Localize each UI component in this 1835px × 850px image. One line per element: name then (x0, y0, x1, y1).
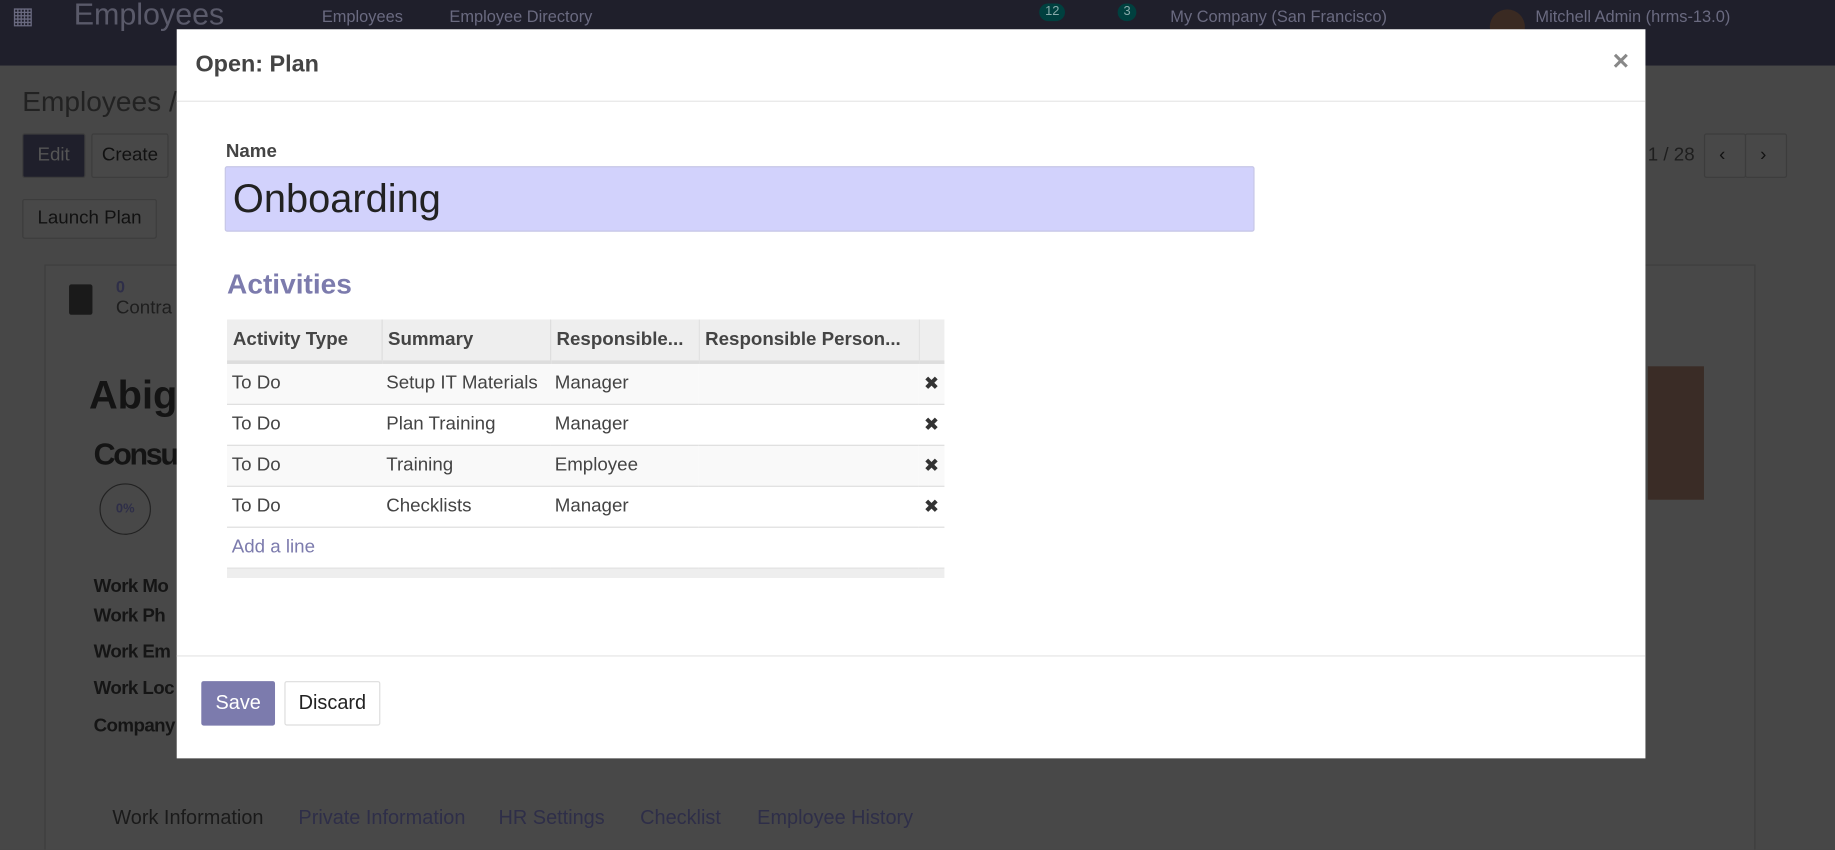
add-line-link[interactable]: Add a line (232, 537, 315, 557)
tab-hr-settings[interactable]: HR Settings (499, 806, 605, 829)
cell-responsible-person[interactable] (698, 445, 919, 487)
app-title: Employees (73, 0, 225, 32)
edit-button[interactable]: Edit (22, 133, 85, 178)
table-row[interactable]: To Do Checklists Manager ✖ (227, 486, 945, 528)
pager: 1 / 28 (1647, 145, 1695, 166)
cell-responsible-person[interactable] (698, 486, 919, 528)
cell-responsible[interactable]: Manager (550, 486, 699, 528)
company-switcher[interactable]: My Company (San Francisco) (1170, 7, 1387, 26)
job-title: Consu (93, 436, 179, 472)
breadcrumb[interactable]: Employees / (22, 87, 177, 120)
label-company: Company (93, 716, 176, 737)
cell-activity-type[interactable]: To Do (227, 404, 382, 446)
delete-row-icon[interactable]: ✖ (918, 404, 945, 446)
launch-plan-button[interactable]: Launch Plan (22, 198, 157, 239)
label-work-phone: Work Ph (93, 606, 166, 627)
cell-activity-type[interactable]: To Do (227, 486, 382, 528)
label-work-location: Work Loc (93, 678, 175, 699)
cell-responsible[interactable]: Manager (550, 404, 699, 446)
tab-work-information[interactable]: Work Information (112, 806, 263, 829)
table-row[interactable]: To Do Setup IT Materials Manager ✖ (227, 362, 945, 405)
col-responsible-person[interactable]: Responsible Person... (698, 319, 919, 364)
plan-dialog: Open: Plan × Name Activities Activity Ty… (176, 29, 1646, 759)
activities-heading: Activities (227, 269, 352, 301)
col-responsible[interactable]: Responsible... (549, 319, 699, 364)
activities-table: Activity Type Summary Responsible... Res… (227, 319, 945, 579)
table-row[interactable]: To Do Plan Training Manager ✖ (227, 404, 945, 446)
contracts-count[interactable]: 0 (116, 277, 125, 296)
discard-button[interactable]: Discard (284, 681, 381, 726)
tab-private-information[interactable]: Private Information (298, 806, 465, 829)
delete-row-icon[interactable]: ✖ (918, 486, 945, 528)
name-label: Name (225, 141, 277, 162)
cell-summary[interactable]: Plan Training (381, 404, 551, 446)
employee-photo[interactable] (1647, 366, 1704, 500)
table-footer (227, 568, 945, 579)
employee-name: Abig (88, 373, 178, 418)
dialog-header: Open: Plan × (176, 29, 1646, 102)
cell-responsible[interactable]: Manager (550, 362, 699, 405)
label-work-email: Work Em (93, 642, 171, 663)
cell-summary[interactable]: Setup IT Materials (381, 362, 551, 405)
close-icon[interactable]: × (1613, 46, 1629, 79)
label-work-mobile: Work Mo (93, 576, 169, 597)
activity-badge[interactable]: 12 (1039, 3, 1066, 22)
user-menu[interactable]: Mitchell Admin (hrms-13.0) (1535, 7, 1730, 26)
dialog-title: Open: Plan (195, 51, 319, 78)
cell-summary[interactable]: Checklists (381, 486, 551, 528)
cell-responsible[interactable]: Employee (550, 445, 699, 487)
create-button[interactable]: Create (91, 133, 169, 178)
next-record-button[interactable]: › (1744, 133, 1788, 178)
previous-record-button[interactable]: ‹ (1703, 133, 1747, 178)
contracts-label[interactable]: Contra (116, 298, 172, 319)
col-summary[interactable]: Summary (380, 319, 551, 364)
cell-responsible-person[interactable] (698, 404, 919, 446)
tab-checklist[interactable]: Checklist (640, 806, 721, 829)
cell-summary[interactable]: Training (381, 445, 551, 487)
menu-employee-directory[interactable]: Employee Directory (449, 7, 592, 26)
save-button[interactable]: Save (201, 681, 276, 726)
delete-row-icon[interactable]: ✖ (918, 445, 945, 487)
delete-row-icon[interactable]: ✖ (918, 362, 945, 405)
dialog-footer: Save Discard (176, 655, 1646, 759)
tab-employee-history[interactable]: Employee History (757, 806, 913, 829)
table-row[interactable]: To Do Training Employee ✖ (227, 445, 945, 487)
apps-menu-icon[interactable]: ▦ (12, 5, 34, 28)
messages-badge[interactable]: 3 (1117, 3, 1137, 22)
progress-circle: 0% (99, 483, 151, 535)
menu-employees[interactable]: Employees (322, 7, 403, 26)
col-activity-type[interactable]: Activity Type (227, 319, 382, 364)
cell-responsible-person[interactable] (698, 362, 919, 405)
name-input[interactable] (224, 166, 1255, 232)
cell-activity-type[interactable]: To Do (227, 445, 382, 487)
col-actions (918, 319, 945, 364)
cell-activity-type[interactable]: To Do (227, 362, 382, 405)
contracts-book-icon (69, 284, 93, 315)
